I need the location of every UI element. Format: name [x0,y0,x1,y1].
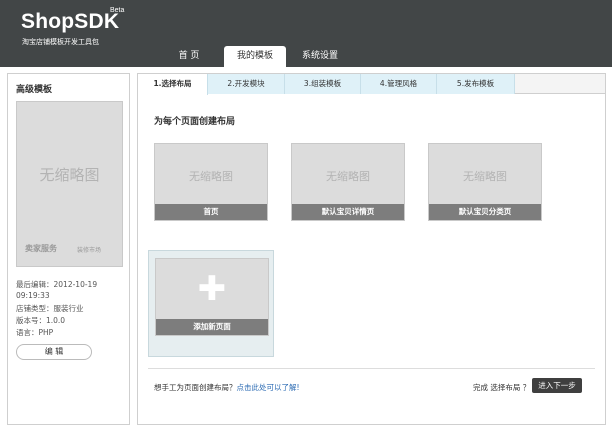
edit-button[interactable]: 编 辑 [16,344,92,360]
layout-card-home[interactable]: 无缩略图 首页 [154,143,268,221]
template-thumbnail: 无缩略图 卖家服务 装修市场 [16,101,123,267]
no-thumbnail-text: 无缩略图 [463,170,507,183]
decoration-market-text: 装修市场 [77,247,102,254]
template-sidebar: 高级模板 无缩略图 卖家服务 装修市场 最后编辑：2012-10-19 09:1… [7,73,130,425]
last-edit-time: 09:19:33 [16,291,50,300]
plus-icon: ✚ [197,269,227,309]
nav-settings[interactable]: 系统设置 [291,46,349,67]
language: 语言：PHP [16,328,54,337]
sidebar-title: 高级模板 [16,85,53,95]
main-panel: 1.选择布局 2.开发模块 3.组装模板 4.管理风格 5.发布模板 为每个页面… [137,73,606,425]
app-subtitle: 淘宝店铺模板开发工具包 [22,38,99,46]
tab-select-layout[interactable]: 1.选择布局 [138,74,208,95]
help-question: 想手工为页面创建布局？ [154,383,237,392]
layout-card-category[interactable]: 无缩略图 默认宝贝分类页 [428,143,542,221]
version: 版本号：1.0.0 [16,316,66,325]
add-page-thumbnail: ✚ 添加新页面 [155,258,269,336]
section-title: 为每个页面创建布局 [154,117,236,127]
tab-publish-template[interactable]: 5.发布模板 [437,74,515,94]
layout-caption: 默认宝贝详情页 [292,204,404,220]
layout-card-detail[interactable]: 无缩略图 默认宝贝详情页 [291,143,405,221]
top-bar: ShopSDK Beta 淘宝店铺模板开发工具包 首 页 我的模板 系统设置 [0,0,612,67]
beta-badge: Beta [110,7,125,14]
done-text: 完成 选择布局 ？ [473,383,531,392]
nav-my-templates[interactable]: 我的模板 [224,46,286,67]
divider [148,368,595,369]
no-thumbnail-text: 无缩略图 [39,166,100,184]
no-thumbnail-text: 无缩略图 [189,170,233,183]
nav-home[interactable]: 首 页 [163,46,215,67]
tab-develop-modules[interactable]: 2.开发模块 [208,74,285,94]
help-link[interactable]: 点击此处可以了解! [237,383,300,392]
layout-caption: 首页 [155,204,267,220]
app-logo: ShopSDK [21,10,120,33]
tab-assemble-template[interactable]: 3.组装模板 [285,74,361,94]
help-text: 想手工为页面创建布局？点击此处可以了解! [154,382,300,393]
shop-type: 店铺类型：服装行业 [16,304,84,313]
no-thumbnail-text: 无缩略图 [326,170,370,183]
next-step-button[interactable]: 进入下一步 [532,378,582,393]
last-edit: 最后编辑：2012-10-19 [16,280,98,289]
add-page-card[interactable]: ✚ 添加新页面 [148,250,274,357]
step-tabs: 1.选择布局 2.开发模块 3.组装模板 4.管理风格 5.发布模板 [138,74,605,95]
seller-service-logo: 卖家服务 [25,244,57,253]
layout-caption: 默认宝贝分类页 [429,204,541,220]
tab-manage-styles[interactable]: 4.管理风格 [361,74,437,94]
add-page-caption: 添加新页面 [156,319,268,335]
